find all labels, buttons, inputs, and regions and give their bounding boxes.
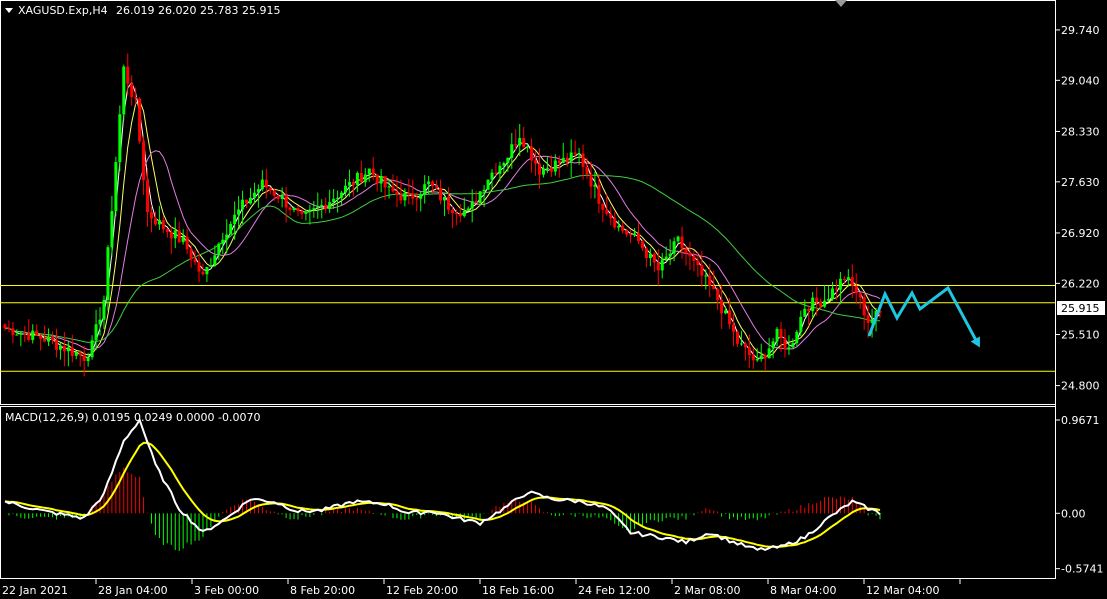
time-tick-label: 8 Mar 04:00 — [770, 584, 836, 597]
price-tick-label: 29.040 — [1061, 74, 1100, 87]
time-tick-label: 24 Feb 12:00 — [578, 584, 650, 597]
price-tick-label: 24.800 — [1061, 380, 1100, 393]
time-tick-label: 28 Jan 04:00 — [98, 584, 168, 597]
time-tick-label: 18 Feb 16:00 — [482, 584, 554, 597]
macd-tick-label: -0.5741 — [1061, 563, 1103, 576]
macd-tick-label: 0.9671 — [1061, 414, 1100, 427]
candle — [486, 179, 490, 191]
price-tick-label: 25.510 — [1061, 328, 1100, 341]
macd-label: MACD(12,26,9) 0.0195 0.0249 0.0000 -0.00… — [5, 411, 260, 424]
trading-chart[interactable]: 29.740 29.040 28.330 27.630 26.920 26.220 25.5… — [0, 0, 1107, 599]
time-tick-label: 12 Feb 20:00 — [386, 584, 458, 597]
current-price-marker: 25.915 — [1057, 301, 1105, 315]
time-tick-label: 2 Mar 08:00 — [674, 584, 740, 597]
time-tick-label: 8 Feb 20:00 — [290, 584, 355, 597]
time-tick-label: 3 Feb 00:00 — [194, 584, 259, 597]
current-price-label: 25.915 — [1061, 302, 1100, 315]
price-tick-label: 26.220 — [1061, 277, 1100, 290]
symbol-label: XAGUSD.Exp,H4 — [18, 4, 108, 17]
price-tick-label: 26.920 — [1061, 227, 1100, 240]
price-tick-label: 28.330 — [1061, 125, 1100, 138]
price-tick-label: 29.740 — [1061, 24, 1100, 37]
price-tick-label: 27.630 — [1061, 176, 1100, 189]
ohlc-values: 26.019 26.020 25.783 25.915 — [116, 4, 280, 17]
macd-tick-label: 0.00 — [1061, 507, 1086, 520]
candle — [118, 105, 122, 171]
candle — [138, 97, 142, 144]
time-tick-label: 12 Mar 04:00 — [866, 584, 939, 597]
candle — [122, 64, 126, 121]
time-tick-label: 22 Jan 2021 — [2, 584, 68, 597]
candle — [114, 156, 118, 217]
